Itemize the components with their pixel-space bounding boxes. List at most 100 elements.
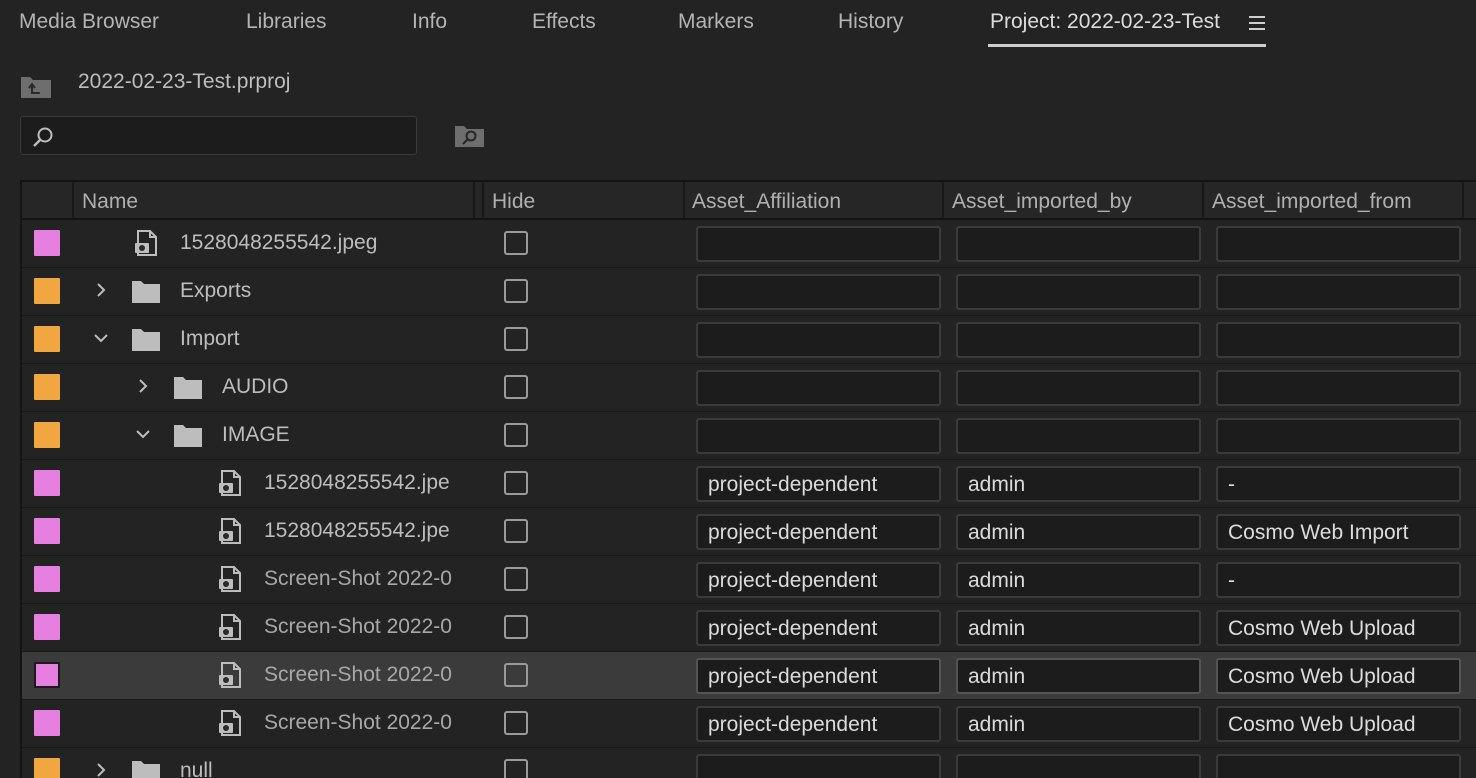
asset-imported-by-field[interactable]: admin — [956, 514, 1201, 550]
table-row[interactable]: Screen-Shot 2022-0 project-dependent admin… — [22, 700, 1476, 748]
asset-imported-from-field[interactable] — [1216, 418, 1461, 454]
column-divider[interactable] — [482, 182, 484, 218]
label-color-swatch[interactable] — [34, 374, 60, 400]
asset-imported-from-field[interactable]: Cosmo Web Import — [1216, 514, 1461, 550]
label-color-swatch[interactable] — [34, 470, 60, 496]
chevron-right-icon[interactable] — [134, 377, 152, 395]
tab-history[interactable]: History — [838, 10, 903, 34]
asset-imported-from-field[interactable]: Cosmo Web Upload — [1216, 706, 1461, 742]
hide-checkbox[interactable] — [504, 567, 528, 591]
column-header-asset-imported-from[interactable]: Asset_imported_from — [1212, 190, 1412, 214]
table-row[interactable]: null — [22, 748, 1476, 778]
chevron-right-icon[interactable] — [92, 281, 110, 299]
asset-affiliation-field[interactable] — [696, 754, 941, 778]
tab-libraries[interactable]: Libraries — [246, 10, 327, 34]
chevron-down-icon[interactable] — [134, 425, 152, 443]
chevron-down-icon[interactable] — [92, 329, 110, 347]
label-color-swatch[interactable] — [34, 518, 60, 544]
hide-checkbox[interactable] — [504, 327, 528, 351]
item-name[interactable]: Screen-Shot 2022-0 — [264, 711, 452, 735]
hide-checkbox[interactable] — [504, 231, 528, 255]
asset-imported-by-field[interactable] — [956, 226, 1201, 262]
chevron-right-icon[interactable] — [92, 761, 110, 778]
asset-imported-from-field[interactable] — [1216, 226, 1461, 262]
asset-imported-by-field[interactable]: admin — [956, 562, 1201, 598]
asset-imported-by-field[interactable]: admin — [956, 706, 1201, 742]
asset-affiliation-field[interactable] — [696, 370, 941, 406]
asset-affiliation-field[interactable] — [696, 226, 941, 262]
column-header-name[interactable]: Name — [82, 190, 138, 214]
table-row[interactable]: Screen-Shot 2022-0 project-dependent admin… — [22, 652, 1476, 700]
asset-imported-by-field[interactable]: admin — [956, 658, 1201, 694]
hide-checkbox[interactable] — [504, 711, 528, 735]
asset-imported-by-field[interactable] — [956, 322, 1201, 358]
tab-markers[interactable]: Markers — [678, 10, 754, 34]
asset-imported-by-field[interactable]: admin — [956, 610, 1201, 646]
asset-imported-by-field[interactable] — [956, 274, 1201, 310]
panel-menu-icon[interactable] — [1249, 16, 1265, 30]
hide-checkbox[interactable] — [504, 279, 528, 303]
asset-imported-by-field[interactable]: admin — [956, 466, 1201, 502]
find-in-bin-icon[interactable] — [454, 123, 485, 148]
asset-affiliation-field[interactable]: project-dependent — [696, 706, 941, 742]
hide-checkbox[interactable] — [504, 423, 528, 447]
hide-checkbox[interactable] — [504, 375, 528, 399]
table-row[interactable]: 1528048255542.jpe project-dependent admin - — [22, 460, 1476, 508]
table-row[interactable]: AUDIO — [22, 364, 1476, 412]
item-name[interactable]: Screen-Shot 2022-0 — [264, 615, 452, 639]
column-divider[interactable] — [1462, 182, 1464, 218]
label-color-swatch[interactable] — [34, 230, 60, 256]
column-divider[interactable] — [1202, 182, 1204, 218]
asset-imported-from-field[interactable]: Cosmo Web Upload — [1216, 610, 1461, 646]
asset-affiliation-field[interactable]: project-dependent — [696, 514, 941, 550]
item-name[interactable]: Screen-Shot 2022-0 — [264, 663, 452, 687]
item-name[interactable]: Exports — [180, 279, 251, 303]
label-color-swatch[interactable] — [34, 614, 60, 640]
table-row[interactable]: Import — [22, 316, 1476, 364]
item-name[interactable]: null — [180, 759, 213, 778]
table-row[interactable]: Exports — [22, 268, 1476, 316]
table-row[interactable]: Screen-Shot 2022-0 project-dependent admin… — [22, 556, 1476, 604]
column-divider[interactable] — [942, 182, 944, 218]
hide-checkbox[interactable] — [504, 759, 528, 778]
asset-affiliation-field[interactable] — [696, 322, 941, 358]
column-divider[interactable] — [683, 182, 685, 218]
label-color-swatch[interactable] — [34, 710, 60, 736]
table-row[interactable]: 1528048255542.jpeg — [22, 220, 1476, 268]
column-divider[interactable] — [72, 182, 74, 218]
hide-checkbox[interactable] — [504, 663, 528, 687]
asset-imported-from-field[interactable] — [1216, 370, 1461, 406]
label-color-swatch[interactable] — [34, 278, 60, 304]
label-color-swatch[interactable] — [34, 662, 60, 688]
item-name[interactable]: 1528048255542.jpe — [264, 471, 450, 495]
label-color-swatch[interactable] — [34, 758, 60, 778]
tab-project[interactable]: Project: 2022-02-23-Test — [990, 10, 1220, 34]
asset-imported-from-field[interactable] — [1216, 274, 1461, 310]
hide-checkbox[interactable] — [504, 615, 528, 639]
asset-imported-from-field[interactable]: Cosmo Web Upload — [1216, 658, 1461, 694]
asset-affiliation-field[interactable]: project-dependent — [696, 658, 941, 694]
asset-affiliation-field[interactable] — [696, 274, 941, 310]
label-color-swatch[interactable] — [34, 566, 60, 592]
tab-info[interactable]: Info — [412, 10, 447, 34]
asset-affiliation-field[interactable]: project-dependent — [696, 610, 941, 646]
item-name[interactable]: AUDIO — [222, 375, 289, 399]
asset-imported-by-field[interactable] — [956, 754, 1201, 778]
item-name[interactable]: IMAGE — [222, 423, 290, 447]
item-name[interactable]: Screen-Shot 2022-0 — [264, 567, 452, 591]
asset-imported-from-field[interactable] — [1216, 754, 1461, 778]
table-row[interactable]: IMAGE — [22, 412, 1476, 460]
hide-checkbox[interactable] — [504, 519, 528, 543]
hide-checkbox[interactable] — [504, 471, 528, 495]
search-input[interactable] — [65, 117, 409, 156]
asset-affiliation-field[interactable]: project-dependent — [696, 466, 941, 502]
column-divider[interactable] — [473, 182, 475, 218]
asset-affiliation-field[interactable] — [696, 418, 941, 454]
asset-imported-from-field[interactable]: - — [1216, 562, 1461, 598]
column-header-asset-affiliation[interactable]: Asset_Affiliation — [692, 190, 841, 214]
asset-imported-by-field[interactable] — [956, 418, 1201, 454]
column-header-hide[interactable]: Hide — [492, 190, 535, 214]
column-header-asset-imported-by[interactable]: Asset_imported_by — [952, 190, 1132, 214]
item-name[interactable]: 1528048255542.jpe — [264, 519, 450, 543]
asset-imported-by-field[interactable] — [956, 370, 1201, 406]
